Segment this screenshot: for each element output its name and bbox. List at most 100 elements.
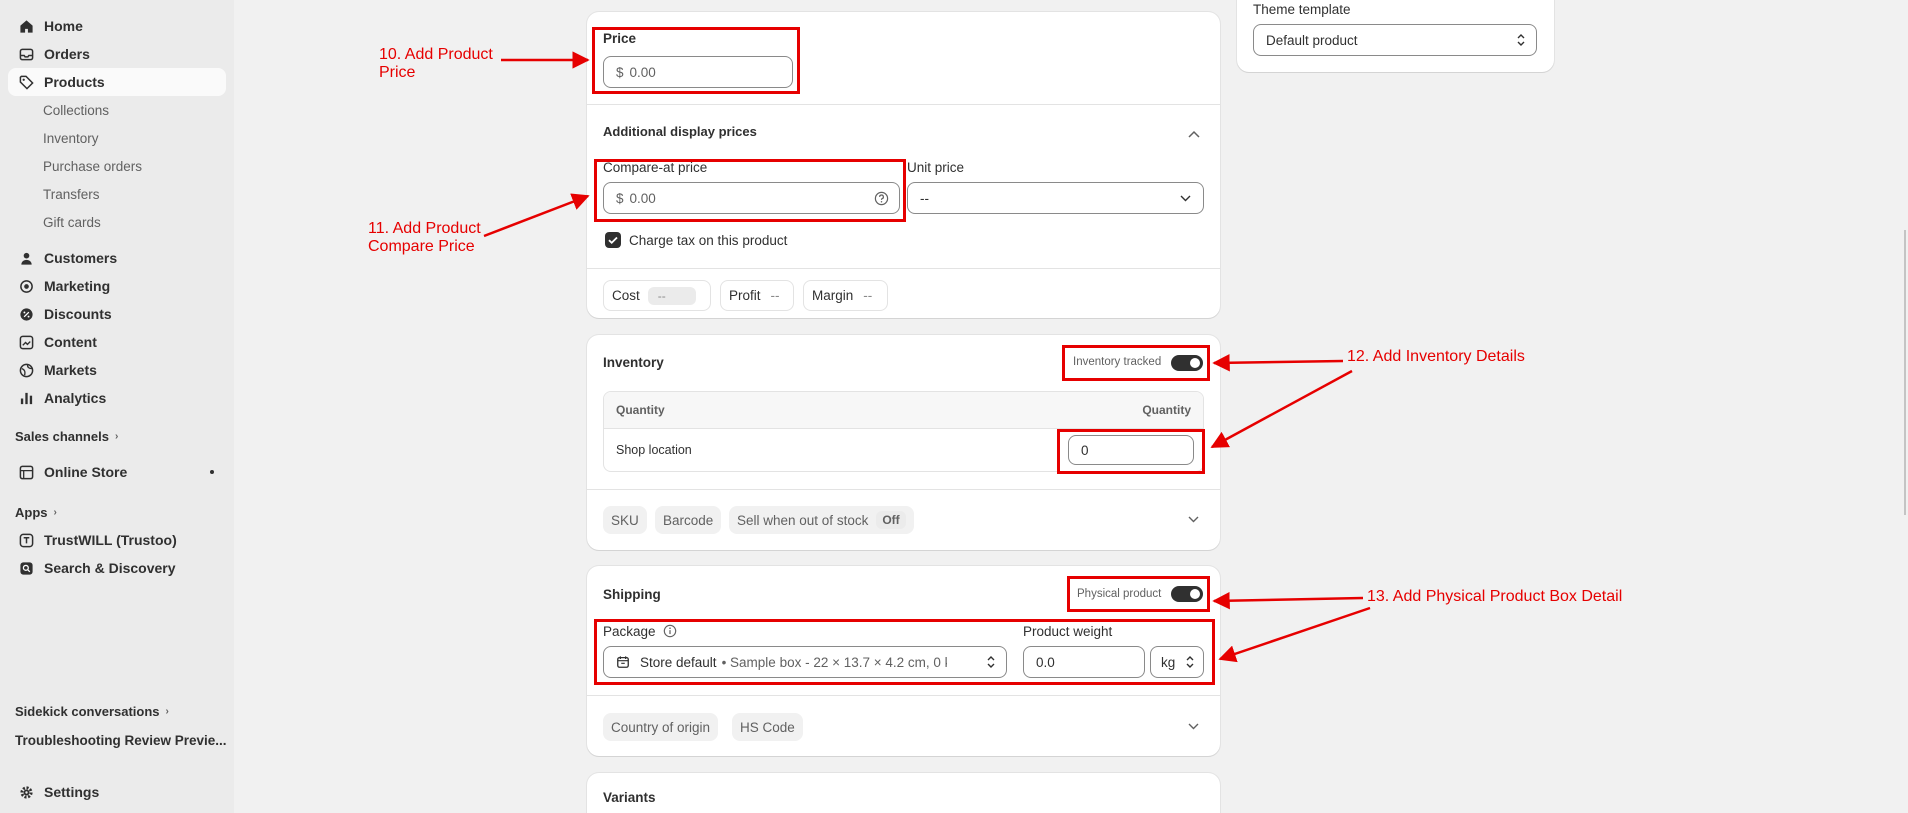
margin-value: --	[863, 288, 873, 303]
checkmark-icon	[608, 236, 618, 245]
variants-card: Variants	[587, 773, 1220, 813]
nav-app-search-discovery-label: Search & Discovery	[44, 560, 176, 576]
nav-app-trustwill-label: TrustWILL (Trustoo)	[44, 532, 177, 548]
sell-oos-value: Off	[876, 511, 906, 529]
apps-label: Apps	[15, 504, 48, 520]
sidekick-conversation-item[interactable]: Troubleshooting Review Previe...	[8, 726, 226, 754]
inventory-title: Inventory	[603, 355, 664, 370]
nav-online-store[interactable]: Online Store	[8, 458, 226, 486]
nav-analytics-label: Analytics	[44, 390, 107, 406]
nav-orders-label: Orders	[44, 46, 90, 62]
chevron-right-icon: ›	[53, 506, 57, 518]
theme-template-title: Theme template	[1253, 2, 1351, 17]
nav-analytics[interactable]: Analytics	[8, 384, 226, 412]
barcode-pill[interactable]: Barcode	[655, 506, 722, 534]
highlight-box-physical-product	[1067, 576, 1210, 612]
annotation-11-line2: Compare Price	[368, 238, 475, 255]
cost-field[interactable]: Cost --	[603, 280, 711, 311]
profit-label: Profit	[729, 288, 761, 303]
location-name: Shop location	[616, 443, 692, 457]
nav-customers[interactable]: Customers	[8, 244, 226, 272]
nav-products[interactable]: Products	[8, 68, 226, 96]
country-of-origin-pill[interactable]: Country of origin	[603, 713, 719, 741]
nav-orders[interactable]: Orders	[8, 40, 226, 68]
margin-label: Margin	[812, 288, 854, 303]
globe-icon	[18, 362, 34, 378]
discount-icon	[18, 306, 34, 322]
unit-price-select[interactable]: --	[907, 182, 1204, 214]
margin-field: Margin --	[803, 280, 888, 311]
hs-code-pill[interactable]: HS Code	[732, 713, 803, 741]
inventory-col-right: Quantity	[1142, 403, 1191, 417]
nav-transfers[interactable]: Transfers	[8, 180, 226, 208]
theme-template-card: Theme template Default product	[1237, 0, 1554, 72]
nav-discounts[interactable]: Discounts	[8, 300, 226, 328]
nav-marketing[interactable]: Marketing	[8, 272, 226, 300]
sku-pill[interactable]: SKU	[603, 506, 647, 534]
highlight-box-compare-price	[594, 159, 906, 222]
nav-app-search-discovery[interactable]: Search & Discovery	[8, 554, 226, 582]
nav-purchase-orders[interactable]: Purchase orders	[8, 152, 226, 180]
gear-icon	[18, 784, 34, 800]
annotation-12: 12. Add Inventory Details	[1347, 348, 1525, 365]
variants-title: Variants	[603, 790, 656, 805]
chevron-right-icon: ›	[114, 430, 119, 442]
nav-content-label: Content	[44, 334, 97, 350]
annotation-13: 13. Add Physical Product Box Detail	[1367, 588, 1623, 605]
search-app-icon	[18, 560, 34, 576]
sales-channels-header[interactable]: Sales channels ›	[0, 422, 234, 450]
shipping-title: Shipping	[603, 587, 661, 602]
nav-inventory[interactable]: Inventory	[8, 124, 226, 152]
sidekick-label: Sidekick conversations	[15, 703, 160, 719]
chevron-down-icon	[1180, 195, 1191, 202]
inbox-icon	[18, 46, 34, 62]
nav-markets-label: Markets	[44, 362, 97, 378]
highlight-box-price	[592, 27, 800, 94]
divider	[587, 268, 1220, 269]
highlight-box-quantity	[1057, 429, 1205, 474]
chevron-up-icon[interactable]	[1188, 130, 1200, 138]
nav-app-trustwill[interactable]: TrustWILL (Trustoo)	[8, 526, 226, 554]
content-icon	[18, 334, 34, 350]
scrollbar[interactable]	[1904, 230, 1906, 515]
chart-icon	[18, 390, 34, 406]
divider	[587, 695, 1220, 696]
theme-template-select[interactable]: Default product	[1253, 24, 1537, 56]
arrow-13a	[1212, 591, 1364, 610]
sidekick-header[interactable]: Sidekick conversations ›	[0, 697, 169, 725]
annotation-11: 11. Add Product Compare Price	[368, 220, 481, 256]
nav-settings-label: Settings	[44, 784, 100, 800]
annotation-11-line1: 11. Add Product	[368, 220, 481, 237]
highlight-box-inventory-tracked	[1062, 345, 1210, 381]
nav-home[interactable]: Home	[8, 12, 226, 40]
nav-settings[interactable]: Settings	[8, 778, 226, 806]
app-icon	[18, 532, 34, 548]
target-icon	[18, 278, 34, 294]
sales-channels-label: Sales channels	[15, 428, 109, 444]
nav-discounts-label: Discounts	[44, 306, 112, 322]
nav-collections[interactable]: Collections	[8, 96, 226, 124]
chevron-down-icon[interactable]	[1188, 516, 1199, 523]
divider	[587, 104, 1220, 105]
store-icon	[18, 464, 34, 480]
chevron-down-icon[interactable]	[1188, 723, 1199, 730]
theme-template-value: Default product	[1266, 32, 1358, 48]
nav-markets[interactable]: Markets	[8, 356, 226, 384]
sell-oos-pill[interactable]: Sell when out of stock Off	[729, 506, 914, 534]
nav-home-label: Home	[44, 18, 83, 34]
unit-price-label: Unit price	[907, 160, 965, 175]
sell-oos-label: Sell when out of stock	[737, 512, 869, 528]
tag-icon	[18, 74, 34, 90]
divider	[587, 489, 1220, 490]
nav-gift-cards[interactable]: Gift cards	[8, 208, 226, 236]
inventory-col-left: Quantity	[616, 403, 665, 417]
apps-header[interactable]: Apps ›	[0, 498, 234, 526]
arrow-11	[483, 193, 590, 238]
cost-label: Cost	[612, 288, 640, 303]
status-dot	[210, 470, 214, 474]
nav-content[interactable]: Content	[8, 328, 226, 356]
charge-tax-checkbox[interactable]	[605, 232, 621, 248]
select-arrows-icon	[1517, 34, 1525, 46]
annotation-10-line1: 10. Add Product	[379, 46, 493, 63]
nav-customers-label: Customers	[44, 250, 118, 266]
